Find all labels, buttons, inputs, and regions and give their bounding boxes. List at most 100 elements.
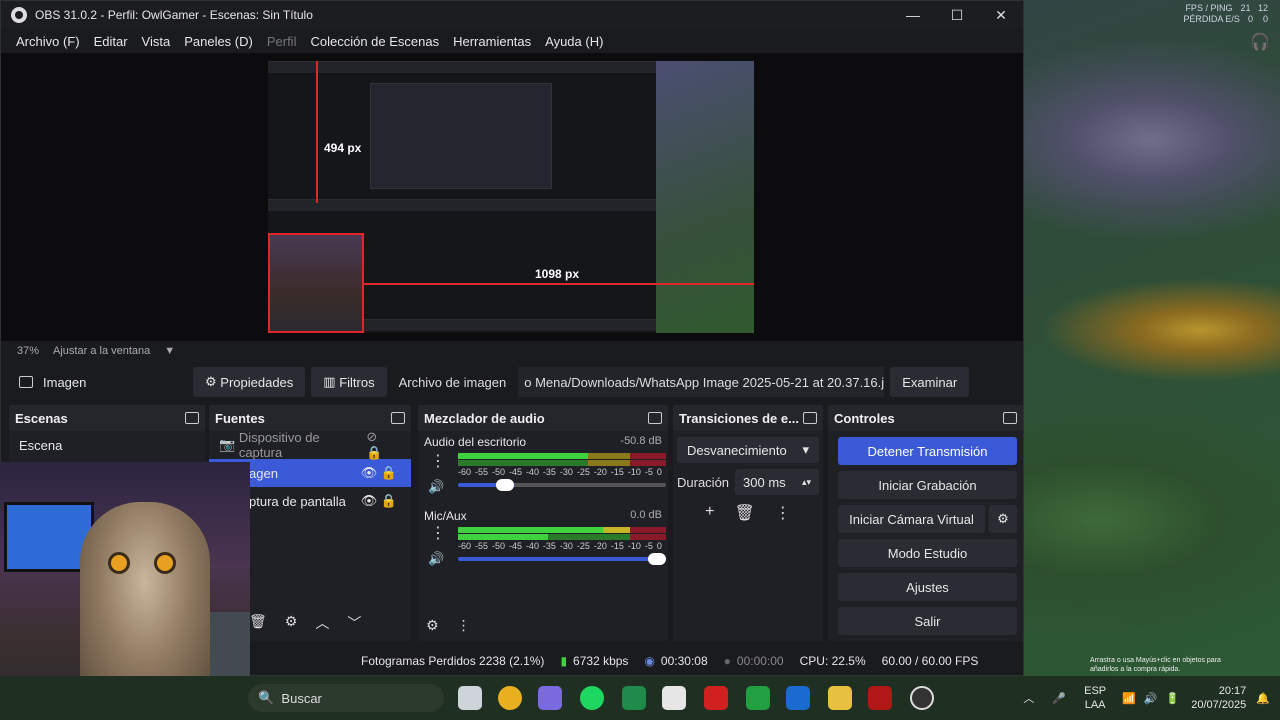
fit-window-label[interactable]: Ajustar a la ventana xyxy=(53,345,150,357)
popout-icon[interactable] xyxy=(391,412,405,424)
duration-spinbox[interactable]: 300 ms ▴▾ xyxy=(735,469,819,495)
battery-icon[interactable]: 🔋 xyxy=(1166,692,1180,705)
menu-herramientas[interactable]: Herramientas xyxy=(453,34,531,49)
gear-icon[interactable]: ⚙ xyxy=(989,505,1017,533)
popout-icon[interactable] xyxy=(1003,412,1017,424)
menu-ayuda[interactable]: Ayuda (H) xyxy=(545,34,603,49)
studio-mode-button[interactable]: Modo Estudio xyxy=(838,539,1017,567)
menu-bar: Archivo (F) Editar Vista Paneles (D) Per… xyxy=(1,29,1023,53)
game-hud: FPS / PING 21 12 PÉRDIDA E/S 0 0 xyxy=(1183,3,1268,25)
kebab-icon[interactable]: ⋮ xyxy=(775,503,791,523)
outlook-icon[interactable] xyxy=(786,686,810,710)
sources-header: Fuentes xyxy=(209,405,411,431)
excel-icon[interactable] xyxy=(622,686,646,710)
image-icon xyxy=(19,376,33,388)
volume-knob[interactable] xyxy=(648,553,666,565)
kebab-icon[interactable]: ⋮ xyxy=(457,617,471,634)
headset-icon[interactable]: 🎧 xyxy=(1250,32,1270,52)
properties-button[interactable]: ⚙ Propiedades xyxy=(193,367,306,397)
trash-icon[interactable]: 🗑 xyxy=(249,613,267,633)
minimize-button[interactable]: — xyxy=(891,7,935,24)
gear-icon[interactable]: ⚙ xyxy=(285,613,298,633)
menu-editar[interactable]: Editar xyxy=(94,34,128,49)
cpu-usage: CPU: 22.5% xyxy=(799,654,866,668)
system-tray: ︿ 🎤 ESP LAA 📶 🔊 🔋 20:17 20/07/2025 🔔 xyxy=(1023,676,1280,720)
selected-source-name: Imagen xyxy=(43,374,87,390)
volume-icon[interactable]: 🔊 xyxy=(1144,692,1158,705)
kebab-icon[interactable]: ⋮ xyxy=(430,523,446,543)
selection-box[interactable] xyxy=(268,233,364,333)
meter-scale: -60 -55 -50 -45 -40 -35 -30 -25 -20 -15 -10 -5 0 xyxy=(458,467,662,477)
controls-dock: Controles Detener Transmisión Iniciar Gr… xyxy=(828,405,1023,641)
language-indicator[interactable]: ESP LAA xyxy=(1084,684,1106,712)
app-icon[interactable] xyxy=(704,686,728,710)
browse-button[interactable]: Examinar xyxy=(890,367,970,397)
gear-icon: ⚙ xyxy=(205,374,221,389)
speaker-icon[interactable]: 🔊 xyxy=(428,551,444,567)
move-up-icon[interactable]: ︿ xyxy=(315,613,329,633)
volume-knob[interactable] xyxy=(496,479,514,491)
width-guide-line xyxy=(364,283,754,285)
task-view-icon[interactable] xyxy=(458,686,482,710)
meter-scale: -60 -55 -50 -45 -40 -35 -30 -25 -20 -15 -10 -5 0 xyxy=(458,541,662,551)
microphone-icon[interactable]: 🎤 xyxy=(1052,692,1066,705)
source-item-capture-device[interactable]: 📷 Dispositivo de captura ⊘ 🔒 xyxy=(209,429,411,461)
speaker-icon[interactable]: 🔊 xyxy=(428,479,444,495)
fps-readout: 60.00 / 60.00 FPS xyxy=(881,654,979,668)
copilot-icon[interactable] xyxy=(538,686,562,710)
taskbar-search[interactable]: 🔍 Buscar xyxy=(248,684,444,712)
clock[interactable]: 20:17 20/07/2025 xyxy=(1191,684,1246,712)
scene-item[interactable]: Escena xyxy=(9,431,205,459)
program-preview[interactable]: 494 px 1098 px xyxy=(268,61,754,333)
spin-arrows-icon[interactable]: ▴▾ xyxy=(802,477,811,488)
popout-icon[interactable] xyxy=(185,412,199,424)
spotify-icon[interactable] xyxy=(580,686,604,710)
chevron-up-icon[interactable]: ︿ xyxy=(1023,690,1034,706)
image-path-field[interactable]: o Mena/Downloads/WhatsApp Image 2025-05-… xyxy=(518,367,885,397)
menu-paneles[interactable]: Paneles (D) xyxy=(184,34,253,49)
chrome-icon[interactable] xyxy=(498,686,522,710)
volume-slider[interactable] xyxy=(458,553,666,565)
taskbar: 🔍 Buscar ︿ 🎤 ESP LAA 📶 🔊 🔋 20:17 20/07/2… xyxy=(0,676,1280,720)
fps-value: 21 xyxy=(1240,3,1251,13)
menu-vista[interactable]: Vista xyxy=(142,34,171,49)
exit-button[interactable]: Salir xyxy=(838,607,1017,635)
move-down-icon[interactable]: ﹀ xyxy=(347,613,361,633)
maximize-button[interactable]: ☐ xyxy=(935,7,979,24)
menu-perfil[interactable]: Perfil xyxy=(267,34,297,49)
virtual-camera-button[interactable]: Iniciar Cámara Virtual xyxy=(838,505,985,533)
dota-icon[interactable] xyxy=(868,686,892,710)
kebab-icon[interactable]: ⋮ xyxy=(430,451,446,471)
file-explorer-icon[interactable] xyxy=(828,686,852,710)
eye-icon[interactable]: 👁 🔒 xyxy=(361,465,397,481)
evernote-icon[interactable] xyxy=(746,686,770,710)
wifi-icon[interactable]: 📶 xyxy=(1122,692,1136,705)
hidden-eye-icon[interactable]: ⊘ 🔒 xyxy=(366,429,397,461)
stop-stream-button[interactable]: Detener Transmisión xyxy=(838,437,1017,465)
obs-taskbar-icon[interactable] xyxy=(910,686,934,710)
filters-button[interactable]: ▥ Filtros xyxy=(311,367,387,397)
mixer-header: Mezclador de audio xyxy=(418,405,668,431)
height-label: 494 px xyxy=(324,141,362,155)
settings-button[interactable]: Ajustes xyxy=(838,573,1017,601)
transition-select[interactable]: Desvanecimiento ▾ xyxy=(677,437,819,463)
notepad-icon[interactable] xyxy=(662,686,686,710)
start-recording-button[interactable]: Iniciar Grabación xyxy=(838,471,1017,499)
bitrate: 6732 kbps xyxy=(573,654,629,668)
notifications-icon[interactable]: 🔔 xyxy=(1256,692,1270,705)
trash-icon[interactable]: 🗑 xyxy=(735,503,755,523)
stream-time: 00:30:08 xyxy=(660,654,708,668)
status-bar: Fotogramas Perdidos 2238 (2.1%) ▮ 6732 k… xyxy=(251,647,1023,675)
menu-archivo[interactable]: Archivo (F) xyxy=(16,34,80,49)
popout-icon[interactable] xyxy=(803,412,817,424)
advanced-audio-icon[interactable]: ⚙ xyxy=(426,617,439,634)
mixer-channel-mic: Mic/Aux 0.0 dB ⋮ -60 -55 -50 -45 -40 -35 -30 -25… xyxy=(418,505,668,567)
add-icon[interactable]: + xyxy=(705,503,714,523)
close-button[interactable]: ✕ xyxy=(979,7,1023,24)
height-guide-line xyxy=(316,61,318,203)
eye-icon[interactable]: 👁 🔒 xyxy=(361,493,397,509)
volume-slider[interactable] xyxy=(458,479,666,491)
popout-icon[interactable] xyxy=(648,412,662,424)
menu-coleccion-escenas[interactable]: Colección de Escenas xyxy=(310,34,439,49)
chevron-down-icon[interactable]: ▼ xyxy=(164,345,175,357)
